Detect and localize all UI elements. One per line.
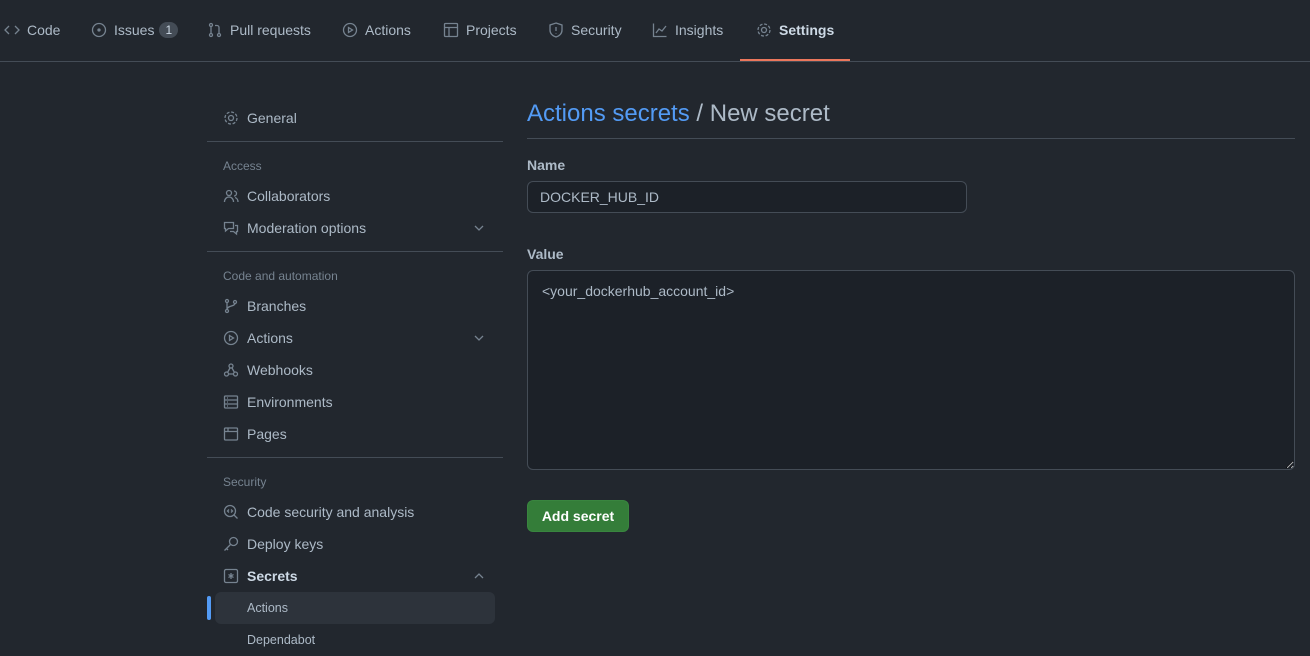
sidebar-item-secrets[interactable]: Secrets [215, 560, 495, 592]
sidebar-item-label: Pages [247, 426, 287, 442]
tab-label: Pull requests [230, 22, 311, 38]
sidebar-item-label: Secrets [247, 568, 298, 584]
sidebar-item-collaborators[interactable]: Collaborators [215, 180, 495, 212]
shield-icon [549, 22, 563, 38]
sidebar-item-secrets-actions[interactable]: Actions [215, 592, 495, 624]
active-item-indicator [207, 596, 211, 620]
sidebar-item-branches[interactable]: Branches [215, 290, 495, 322]
chevron-up-icon[interactable] [471, 568, 487, 584]
key-icon [224, 536, 239, 551]
tab-projects[interactable]: Projects [443, 14, 517, 61]
divider [207, 141, 503, 142]
page-title-text: New secret [709, 100, 830, 127]
sidebar-item-label: Moderation options [247, 220, 367, 236]
play-icon [342, 22, 358, 38]
tab-security[interactable]: Security [548, 14, 622, 61]
webhook-icon [223, 363, 239, 377]
divider [207, 251, 503, 252]
sidebar-item-pages[interactable]: Pages [215, 418, 495, 450]
sidebar-item-general[interactable]: General [215, 102, 495, 134]
sidebar-item-code-security[interactable]: Code security and analysis [215, 496, 495, 528]
sidebar-item-secrets-dependabot[interactable]: Dependabot [215, 624, 495, 656]
sidebar-item-moderation[interactable]: Moderation options [215, 212, 495, 244]
pull-request-icon [208, 22, 222, 38]
tab-label: Insights [675, 22, 724, 38]
gear-icon [757, 23, 771, 37]
add-secret-button[interactable]: Add secret [527, 500, 629, 532]
breadcrumb-separator: / [689, 100, 710, 127]
sidebar-item-label: Branches [247, 298, 307, 314]
key-asterisk-icon [223, 568, 239, 584]
sidebar-item-label: Actions [247, 330, 293, 346]
table-icon [443, 22, 459, 38]
value-label: Value [527, 246, 564, 262]
secret-name-input[interactable] [527, 181, 967, 213]
codescan-icon [223, 504, 238, 519]
tab-label: Actions [365, 22, 411, 38]
name-label: Name [527, 157, 566, 173]
tab-label: Settings [779, 22, 835, 38]
browser-icon [223, 427, 239, 441]
graph-icon [652, 23, 667, 38]
issues-count-badge: 1 [159, 22, 179, 38]
tab-actions[interactable]: Actions [342, 14, 411, 61]
tab-pull-requests[interactable]: Pull requests [207, 14, 311, 61]
breadcrumb-actions-secrets-link[interactable]: Actions secrets [527, 100, 690, 127]
tab-label: Projects [466, 22, 517, 38]
sidebar-item-label: Collaborators [247, 188, 331, 204]
sidebar-item-label: Code security and analysis [247, 504, 415, 520]
code-icon [4, 25, 20, 35]
branch-icon [224, 298, 238, 314]
sidebar-item-label: Actions [247, 601, 288, 615]
sidebar-item-label: Deploy keys [247, 536, 324, 552]
sidebar-item-environments[interactable]: Environments [215, 386, 495, 418]
sidebar-item-webhooks[interactable]: Webhooks [215, 354, 495, 386]
tab-settings[interactable]: Settings [740, 14, 851, 61]
sidebar-item-label: Dependabot [247, 633, 316, 647]
sidebar-item-label: Webhooks [247, 362, 313, 378]
section-heading-code-automation: Code and automation [223, 269, 338, 283]
tab-label: Security [571, 22, 622, 38]
chevron-down-icon[interactable] [471, 220, 487, 236]
people-icon [223, 189, 239, 203]
divider [207, 457, 503, 458]
section-heading-access: Access [223, 159, 262, 173]
server-icon [223, 395, 239, 409]
chevron-down-icon[interactable] [471, 330, 487, 346]
sidebar-item-actions[interactable]: Actions [215, 322, 495, 354]
play-icon [223, 330, 239, 346]
tab-label: Code [27, 22, 61, 38]
sidebar-item-label: General [247, 110, 297, 126]
sidebar-item-label: Environments [247, 394, 333, 410]
section-heading-security: Security [223, 475, 267, 489]
secret-value-textarea[interactable]: <your_dockerhub_account_id> [527, 270, 1295, 470]
page-title: Actions secrets / New secret [527, 100, 1295, 139]
comment-discussion-icon [223, 221, 239, 236]
repo-nav: Code Issues 1 Pull requests Actions Proje… [0, 0, 1310, 62]
gear-icon [224, 111, 238, 125]
tab-insights[interactable]: Insights [652, 14, 723, 61]
tab-label: Issues [114, 22, 155, 38]
sidebar-item-deploy-keys[interactable]: Deploy keys [215, 528, 495, 560]
tab-issues[interactable]: Issues 1 [91, 14, 179, 61]
tab-code[interactable]: Code [4, 14, 60, 61]
issue-icon [91, 22, 107, 38]
